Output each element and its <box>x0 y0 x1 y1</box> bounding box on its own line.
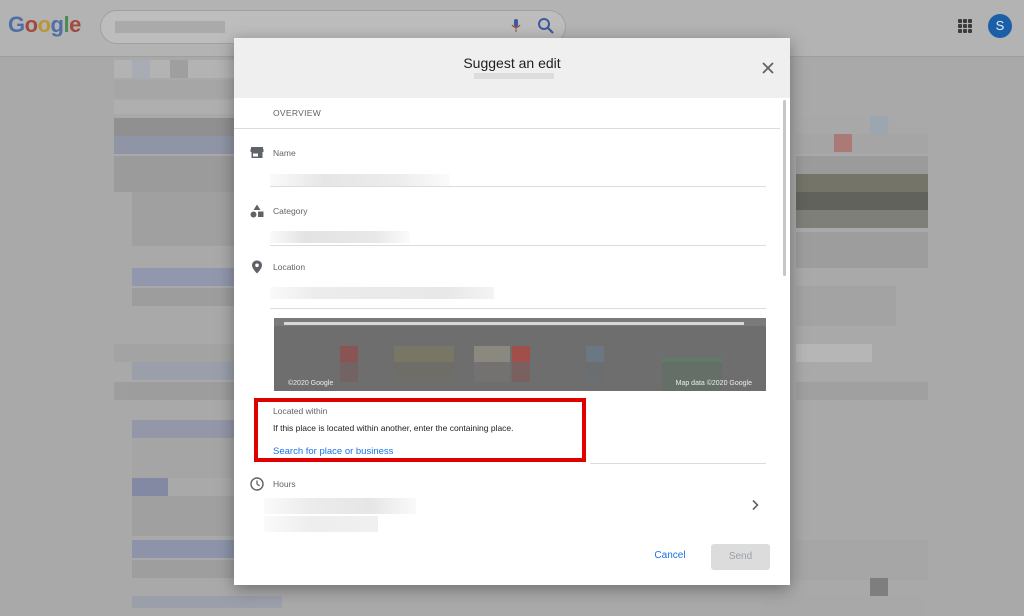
divider <box>234 128 780 129</box>
cancel-button[interactable]: Cancel <box>648 546 692 566</box>
name-underline <box>270 186 766 187</box>
category-label: Category <box>273 206 308 216</box>
location-pin-icon <box>252 260 262 274</box>
chevron-right-icon[interactable] <box>750 499 760 511</box>
category-shapes-icon <box>250 204 264 218</box>
suggest-edit-dialog: Suggest an edit OVERVIEW Name Category L… <box>234 38 790 585</box>
location-underline <box>270 308 766 309</box>
highlight-box <box>254 398 586 462</box>
clock-icon <box>250 477 264 491</box>
send-button[interactable]: Send <box>711 544 770 570</box>
dialog-subtitle-redacted <box>474 73 554 79</box>
hours-summary[interactable] <box>264 498 416 514</box>
map-attribution-left: ©2020 Google <box>288 380 334 387</box>
map-attribution-right: Map data ©2020 Google <box>675 380 752 387</box>
scrollbar-thumb[interactable] <box>783 100 786 276</box>
dialog-header: Suggest an edit <box>234 38 790 98</box>
name-field[interactable] <box>270 174 450 186</box>
overview-heading: OVERVIEW <box>273 108 322 118</box>
category-field[interactable] <box>270 231 410 243</box>
located-within-divider <box>590 463 766 464</box>
location-field[interactable] <box>270 287 494 299</box>
storefront-icon <box>250 147 264 158</box>
close-icon[interactable] <box>760 60 776 76</box>
hours-summary-line2 <box>264 516 378 532</box>
name-label: Name <box>273 148 296 158</box>
hours-label: Hours <box>273 479 296 489</box>
dialog-title: Suggest an edit <box>463 55 561 71</box>
map-search-bar <box>284 322 744 325</box>
location-label: Location <box>273 262 306 272</box>
category-underline <box>270 245 766 246</box>
location-map[interactable]: ©2020 Google Map data ©2020 Google <box>274 318 766 391</box>
